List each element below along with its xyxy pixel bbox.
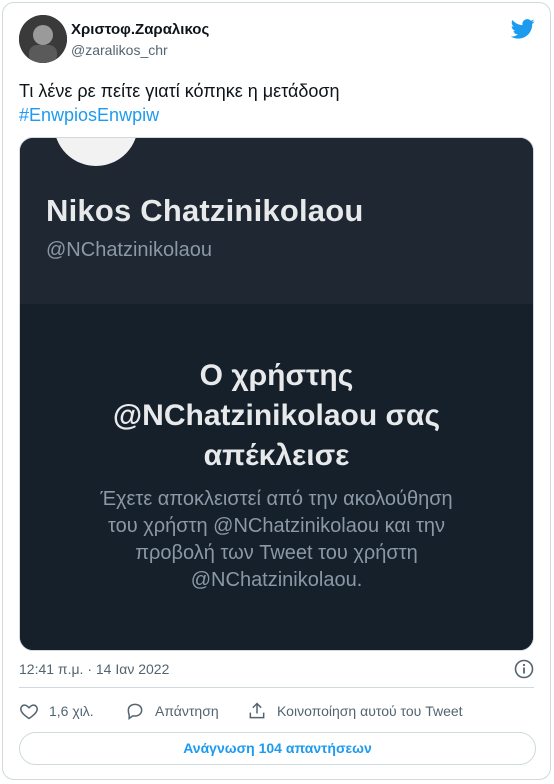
tweet-body: Τι λένε ρε πείτε γιατί κόπηκε η μετάδοση [19,81,340,101]
description-line: του χρήστη @NChatzinikolaou και την [108,515,445,537]
action-bar: 1,6 χιλ. Απάντηση Κοινοποίηση αυτού του … [19,701,539,725]
media-blocked-description: Έχετε αποκλειστεί από την ακολούθηση του… [20,486,533,594]
tweet-media-image[interactable]: Nikos Chatzinikolaou @NChatzinikolaou Ο … [19,137,534,651]
description-line: Έχετε αποκλειστεί από την ακολούθηση [100,488,453,510]
hashtag-link[interactable]: #EnwpiosEnwpiw [19,103,529,127]
description-line: προβολή των Tweet του χρήστη [135,542,418,564]
tweet-text: Τι λένε ρε πείτε γιατί κόπηκε η μετάδοση… [19,79,529,127]
media-profile-avatar [50,138,142,170]
reply-label: Απάντηση [155,703,219,719]
author-handle[interactable]: @zaralikos_chr [71,41,168,59]
share-label: Κοινοποίηση αυτού του Tweet [277,703,463,719]
author-avatar[interactable] [19,15,67,63]
heart-icon [20,704,38,720]
tweet-card: Χριστοφ.Ζαραλικος @zaralikos_chr Τι λένε… [2,2,551,780]
avatar-image [19,15,67,63]
like-count: 1,6 χιλ. [49,703,94,719]
media-profile-handle: @NChatzinikolaou [46,239,212,261]
tweet-timestamp[interactable]: 12:41 π.μ. · 14 Ιαν 2022 [19,661,169,677]
blocked-line: απέκλεισε [203,439,350,472]
share-icon [249,702,265,719]
reply-icon [127,703,143,720]
blocked-line: @NChatzinikolaou σας [112,399,441,432]
media-blocked-title: Ο χρήστης @NChatzinikolaou σας απέκλεισε [20,356,533,476]
read-replies-button[interactable]: Ανάγνωση 104 απαντήσεων [19,732,536,765]
share-button[interactable]: Κοινοποίηση αυτού του Tweet [247,701,463,721]
media-profile-header: Nikos Chatzinikolaou @NChatzinikolaou [20,138,533,304]
reply-button[interactable]: Απάντηση [125,701,219,721]
divider [19,687,534,688]
twitter-bird-icon[interactable] [511,18,535,40]
like-button[interactable]: 1,6 χιλ. [19,701,94,721]
author-name[interactable]: Χριστοφ.Ζαραλικος [71,20,209,40]
media-profile-name: Nikos Chatzinikolaou [46,193,364,228]
description-line: @NChatzinikolaou. [190,569,363,591]
info-icon[interactable] [514,659,534,679]
blocked-line: Ο χρήστης [199,359,354,392]
